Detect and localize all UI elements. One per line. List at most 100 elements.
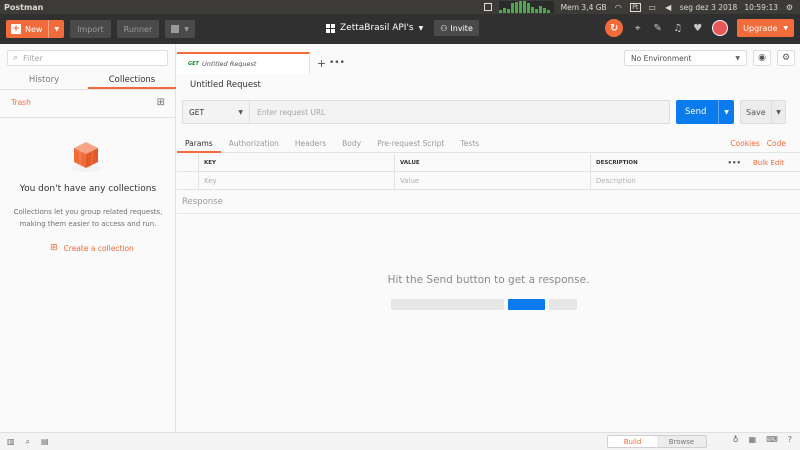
method-select[interactable]: GET ▼ <box>182 100 250 124</box>
memory-indicator: Mem 3,4 GB <box>560 2 607 12</box>
request-tabs-bar: GET Untitled Request + ••• <box>177 52 623 74</box>
chevron-down-icon: ▼ <box>735 54 740 62</box>
create-collection-link[interactable]: ⊞ Create a collection <box>50 243 134 253</box>
key-input[interactable]: Key <box>199 172 395 189</box>
chevron-down-icon[interactable]: ▼ <box>48 20 64 38</box>
more-icon[interactable]: ••• <box>329 58 345 68</box>
app-header: + New ▼ Import Runner ▼ ZettaBrasil API'… <box>0 14 800 44</box>
url-field[interactable] <box>250 100 670 124</box>
request-extra-links: Cookies Code <box>730 139 800 148</box>
chevron-down-icon: ▼ <box>418 24 424 32</box>
environment-value: No Environment <box>631 53 692 63</box>
save-button[interactable]: Save ▼ <box>740 100 786 124</box>
bulk-edit-link[interactable]: Bulk Edit <box>753 159 784 167</box>
code-link[interactable]: Code <box>767 139 786 148</box>
satellite-icon[interactable]: ⌖ <box>632 23 643 34</box>
upgrade-button[interactable]: Upgrade ▼ <box>737 19 794 37</box>
wifi-icon[interactable]: ◠ <box>614 3 623 12</box>
request-tab[interactable]: GET Untitled Request <box>177 52 310 74</box>
help-icon[interactable]: ? <box>788 435 792 444</box>
trash-link[interactable]: Trash <box>11 98 31 107</box>
tab-pre-request-script[interactable]: Pre-request Script <box>369 134 452 153</box>
gear-icon[interactable]: ⚙ <box>777 50 795 66</box>
column-header-description: DESCRIPTION <box>596 159 638 166</box>
chevron-down-icon: ▼ <box>184 25 189 33</box>
empty-state-description: Collections let you group related reques… <box>13 208 163 228</box>
chevron-down-icon: ▼ <box>783 24 788 32</box>
method-value: GET <box>189 107 205 117</box>
keyboard-icon[interactable]: ⌨ <box>766 435 778 444</box>
sidebar-tabs: History Collections <box>0 72 176 90</box>
import-button[interactable]: Import <box>70 20 111 38</box>
request-title[interactable]: Untitled Request <box>190 80 261 90</box>
runner-button[interactable]: Runner <box>116 20 160 38</box>
volume-icon[interactable]: ◀ <box>664 3 673 12</box>
os-indicators: Mem 3,4 GB ◠ Pt ▭ ◀ seg dez 3 2018 10:59… <box>483 1 800 13</box>
params-table: KEY VALUE DESCRIPTION ••• Bulk Edit Key … <box>177 154 800 190</box>
column-header-key: KEY <box>199 154 395 171</box>
new-button[interactable]: + New ▼ <box>6 20 65 38</box>
add-user-icon: ⚇ <box>440 23 448 33</box>
table-header-row: KEY VALUE DESCRIPTION ••• Bulk Edit <box>177 154 800 172</box>
power-gear-icon[interactable]: ⚙ <box>785 3 794 12</box>
environment-select[interactable]: No Environment ▼ <box>624 50 747 66</box>
create-collection-icon: ⊞ <box>50 243 58 253</box>
plus-icon: + <box>11 24 21 34</box>
sync-icon[interactable]: ↻ <box>605 19 624 37</box>
invite-button-label: Invite <box>450 23 473 33</box>
workspace-switcher[interactable]: ZettaBrasil API's ▼ ⚇ Invite <box>326 20 479 36</box>
status-bar-left: ▥ ⌕ ▤ <box>7 437 49 447</box>
cookies-link[interactable]: Cookies <box>730 139 759 148</box>
window-icon <box>171 25 180 33</box>
console-icon[interactable]: ▤ <box>41 437 49 447</box>
tab-tests[interactable]: Tests <box>452 134 487 153</box>
os-window-icon[interactable] <box>483 3 492 11</box>
url-bar: GET ▼ <box>182 100 670 124</box>
tab-body[interactable]: Body <box>334 134 369 153</box>
clock[interactable]: 10:59:13 <box>744 3 778 12</box>
new-tab-icon[interactable]: + <box>314 57 329 70</box>
tab-params[interactable]: Params <box>177 134 221 153</box>
avatar[interactable] <box>712 20 729 36</box>
wrench-icon[interactable]: ✎ <box>652 23 663 34</box>
new-window-button[interactable]: ▼ <box>165 20 195 38</box>
bell-icon[interactable]: ♫ <box>672 23 683 34</box>
status-bar: ▥ ⌕ ▤ Build Browse ♁ ▦ ⌨ ? <box>0 432 800 450</box>
save-button-label: Save <box>746 107 766 117</box>
chevron-down-icon[interactable]: ▼ <box>718 100 734 124</box>
filter-field[interactable]: ⌕ <box>7 50 168 66</box>
description-input[interactable]: Description <box>591 172 723 189</box>
more-icon[interactable]: ••• <box>728 159 741 167</box>
value-input[interactable]: Value <box>395 172 591 189</box>
tab-history[interactable]: History <box>0 72 88 89</box>
sidebar-toggle-icon[interactable]: ▥ <box>7 437 15 447</box>
heart-icon[interactable]: ♥ <box>692 23 703 34</box>
bootcamp-icon[interactable]: ♁ <box>733 435 739 444</box>
response-empty-illustration <box>391 299 577 310</box>
search-icon[interactable]: ⌕ <box>26 437 30 447</box>
table-row: Key Value Description <box>177 172 800 190</box>
new-button-label: New <box>25 24 43 34</box>
send-button[interactable]: Send ▼ <box>676 100 734 124</box>
url-input[interactable] <box>250 107 669 117</box>
layout-icon[interactable]: ▦ <box>749 435 757 444</box>
chevron-down-icon[interactable]: ▼ <box>771 101 785 123</box>
eye-icon[interactable]: ◉ <box>753 50 771 66</box>
row-checkbox[interactable] <box>177 172 199 189</box>
illustration-bar <box>391 299 504 310</box>
system-monitor-graph <box>498 1 554 13</box>
new-collection-icon[interactable]: ⊞ <box>157 97 165 108</box>
search-icon: ⌕ <box>13 53 19 63</box>
tab-headers[interactable]: Headers <box>287 134 334 153</box>
filter-input[interactable] <box>23 53 164 63</box>
build-mode-button[interactable]: Build <box>608 436 657 447</box>
date-indicator[interactable]: seg dez 3 2018 <box>680 3 738 12</box>
invite-button[interactable]: ⚇ Invite <box>434 20 479 36</box>
request-options-tabs: Params Authorization Headers Body Pre-re… <box>177 134 800 153</box>
language-indicator[interactable]: Pt <box>629 2 641 12</box>
tab-authorization[interactable]: Authorization <box>221 134 287 153</box>
tab-collections[interactable]: Collections <box>88 72 176 89</box>
browse-mode-button[interactable]: Browse <box>657 436 706 447</box>
battery-icon[interactable]: ▭ <box>648 3 657 12</box>
column-header-value: VALUE <box>395 154 591 171</box>
